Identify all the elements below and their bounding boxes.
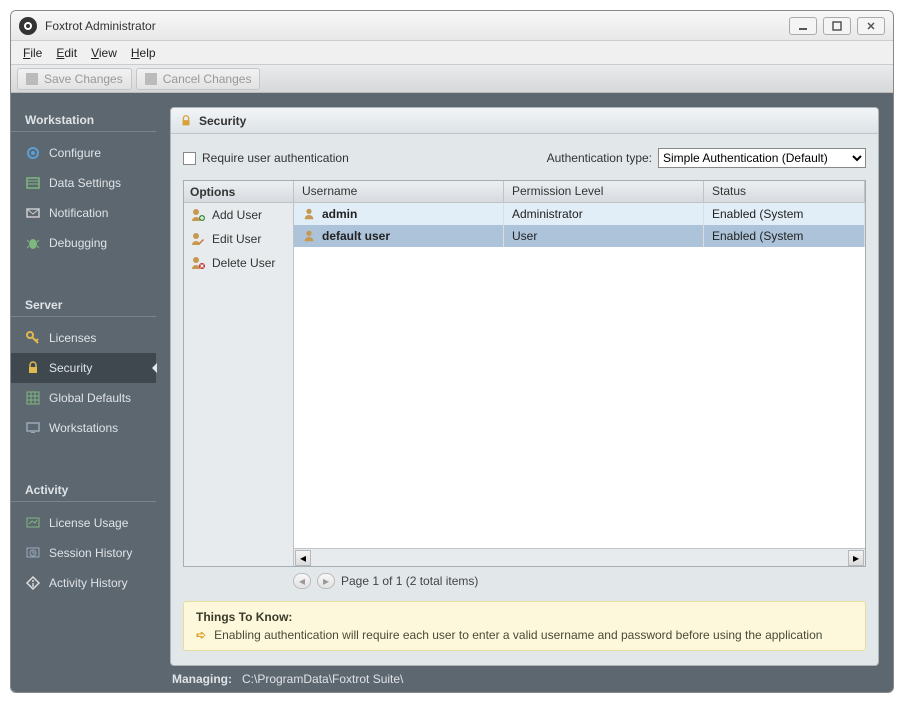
add-user-option[interactable]: Add User xyxy=(184,203,293,227)
history-icon xyxy=(25,545,41,561)
scroll-left-icon[interactable]: ◂ xyxy=(295,550,311,566)
pager: ◂ ▸ Page 1 of 1 (2 total items) xyxy=(183,567,866,595)
auth-type-select[interactable]: Simple Authentication (Default) xyxy=(658,148,866,168)
edit-user-option[interactable]: Edit User xyxy=(184,227,293,251)
statusbar-path: C:\ProgramData\Foxtrot Suite\ xyxy=(242,672,403,686)
user-add-icon xyxy=(190,207,206,223)
monitor-icon xyxy=(25,420,41,436)
users-grid: Options Add User Edit User xyxy=(183,180,866,567)
gear-icon xyxy=(25,145,41,161)
data-icon xyxy=(25,175,41,191)
nav-configure[interactable]: Configure xyxy=(11,138,156,168)
nav-activity-history[interactable]: Activity History xyxy=(11,568,156,598)
arrow-right-icon: ➪ xyxy=(196,628,206,642)
nav-workstations[interactable]: Workstations xyxy=(11,413,156,443)
close-button[interactable] xyxy=(857,17,885,35)
panel-header: Security xyxy=(171,108,878,134)
maximize-button[interactable] xyxy=(823,17,851,35)
nav-notification[interactable]: Notification xyxy=(11,198,156,228)
mail-icon xyxy=(25,205,41,221)
menu-file[interactable]: File xyxy=(17,44,48,62)
cancel-icon xyxy=(145,73,157,85)
lock-icon xyxy=(179,114,193,128)
key-icon xyxy=(25,330,41,346)
cancel-changes-button[interactable]: Cancel Changes xyxy=(136,68,261,90)
scroll-right-icon[interactable]: ▸ xyxy=(848,550,864,566)
sidebar: Workstation Configure Data Settings Noti… xyxy=(11,93,156,692)
table-row[interactable]: admin Administrator Enabled (System xyxy=(294,203,865,225)
body-area: Workstation Configure Data Settings Noti… xyxy=(11,93,893,692)
delete-user-option[interactable]: Delete User xyxy=(184,251,293,275)
menu-view[interactable]: View xyxy=(85,44,123,62)
save-changes-button[interactable]: Save Changes xyxy=(17,68,132,90)
bug-icon xyxy=(25,235,41,251)
panel-title: Security xyxy=(199,114,246,128)
menu-edit[interactable]: Edit xyxy=(50,44,83,62)
statusbar: Managing: C:\ProgramData\Foxtrot Suite\ xyxy=(156,666,893,692)
tips-box: Things To Know: ➪ Enabling authenticatio… xyxy=(183,601,866,651)
titlebar: Foxtrot Administrator xyxy=(11,11,893,41)
menubar: File Edit View Help xyxy=(11,41,893,65)
nav-license-usage[interactable]: License Usage xyxy=(11,508,156,538)
grid-icon xyxy=(25,390,41,406)
nav-data-settings[interactable]: Data Settings xyxy=(11,168,156,198)
cancel-label: Cancel Changes xyxy=(163,72,252,86)
require-auth-label: Require user authentication xyxy=(202,151,349,165)
window-title: Foxtrot Administrator xyxy=(45,19,783,33)
page-next-button[interactable]: ▸ xyxy=(317,573,335,589)
section-server: Server xyxy=(11,292,156,317)
security-panel: Security Require user authentication Aut… xyxy=(170,107,879,666)
save-icon xyxy=(26,73,38,85)
diamond-icon xyxy=(25,575,41,591)
auth-row: Require user authentication Authenticati… xyxy=(183,148,866,168)
user-icon xyxy=(302,229,316,243)
col-status[interactable]: Status xyxy=(704,181,865,202)
chart-icon xyxy=(25,515,41,531)
section-activity: Activity xyxy=(11,477,156,502)
auth-type-label: Authentication type: xyxy=(547,151,652,165)
horizontal-scrollbar[interactable]: ◂ ▸ xyxy=(294,548,865,566)
tips-title: Things To Know: xyxy=(196,610,853,624)
save-label: Save Changes xyxy=(44,72,123,86)
nav-debugging[interactable]: Debugging xyxy=(11,228,156,258)
table-row[interactable]: default user User Enabled (System xyxy=(294,225,865,247)
user-icon xyxy=(302,207,316,221)
require-auth-checkbox[interactable] xyxy=(183,152,196,165)
menu-help[interactable]: Help xyxy=(125,44,162,62)
table-header: Username Permission Level Status xyxy=(294,181,865,203)
nav-session-history[interactable]: Session History xyxy=(11,538,156,568)
app-window: Foxtrot Administrator File Edit View Hel… xyxy=(10,10,894,693)
minimize-button[interactable] xyxy=(789,17,817,35)
options-column: Options Add User Edit User xyxy=(184,181,294,566)
nav-security[interactable]: Security xyxy=(11,353,156,383)
options-header: Options xyxy=(184,181,293,203)
app-icon xyxy=(19,17,37,35)
statusbar-label: Managing: xyxy=(172,672,232,686)
user-edit-icon xyxy=(190,231,206,247)
toolbar: Save Changes Cancel Changes xyxy=(11,65,893,93)
col-permission[interactable]: Permission Level xyxy=(504,181,704,202)
col-username[interactable]: Username xyxy=(294,181,504,202)
nav-licenses[interactable]: Licenses xyxy=(11,323,156,353)
user-delete-icon xyxy=(190,255,206,271)
users-table: Username Permission Level Status admin A… xyxy=(294,181,865,566)
tip-row: ➪ Enabling authentication will require e… xyxy=(196,628,853,642)
pager-text: Page 1 of 1 (2 total items) xyxy=(341,574,478,588)
page-prev-button[interactable]: ◂ xyxy=(293,573,311,589)
section-workstation: Workstation xyxy=(11,107,156,132)
lock-icon xyxy=(25,360,41,376)
nav-global-defaults[interactable]: Global Defaults xyxy=(11,383,156,413)
